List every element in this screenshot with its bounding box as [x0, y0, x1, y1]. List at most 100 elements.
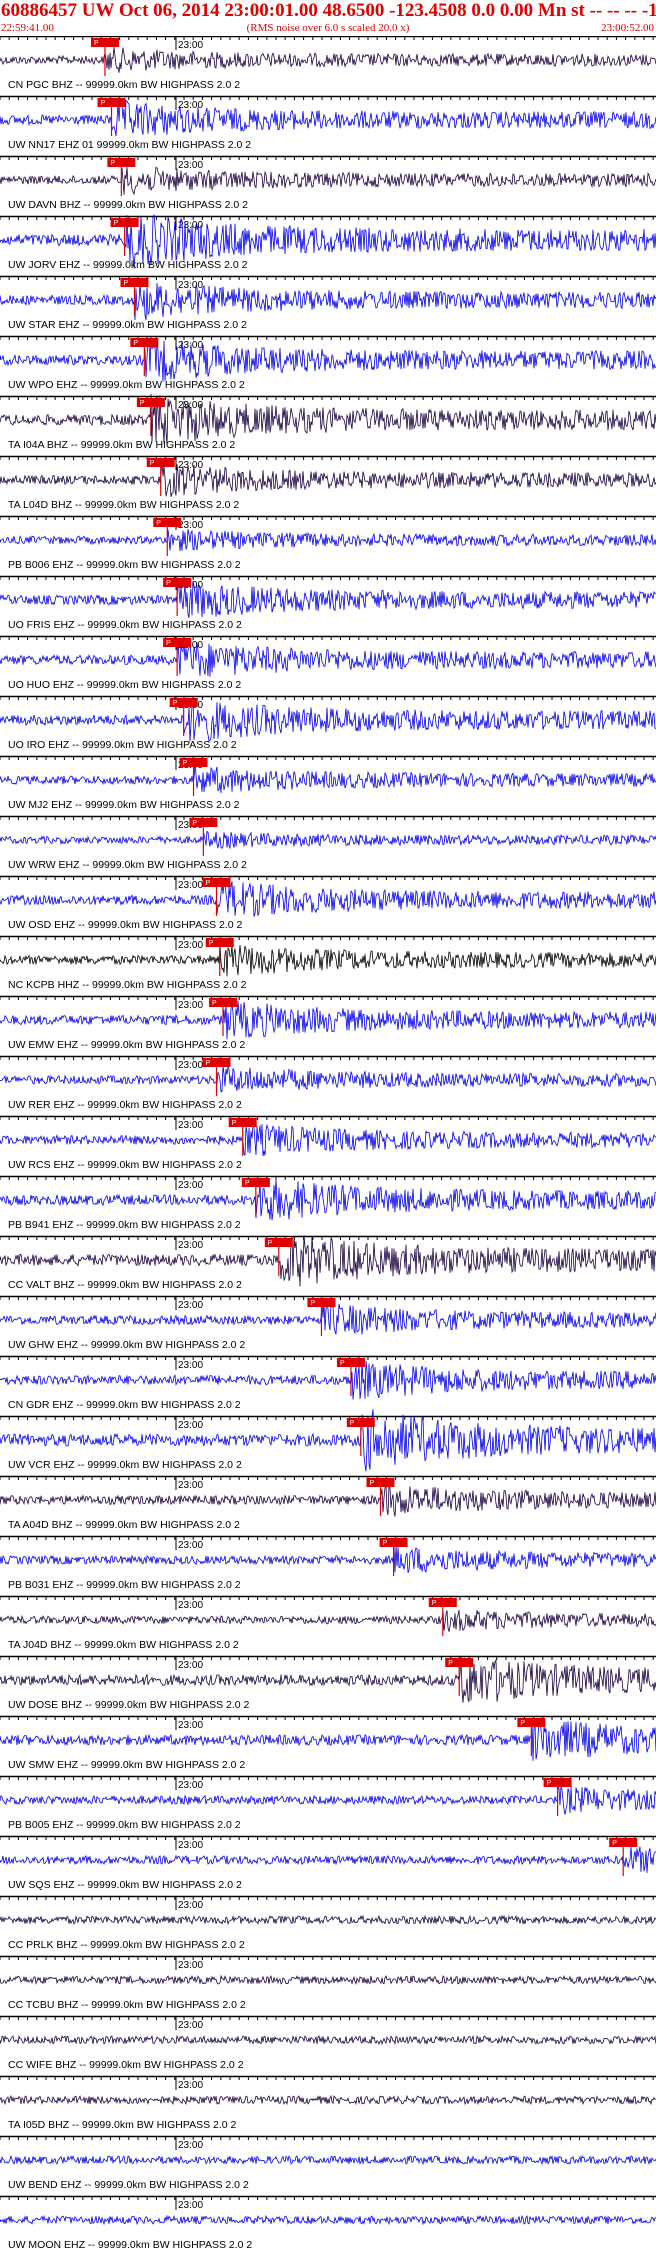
seismogram-traces: 23:00PCN PGC BHZ -- 99999.0km BW HIGHPAS… [0, 36, 656, 2251]
waveform [0, 697, 656, 742]
minute-label: 23:00 [178, 1600, 203, 1611]
waveform [0, 1000, 656, 1040]
minute-label: 23:00 [178, 1420, 203, 1431]
minute-label: 23:00 [178, 280, 203, 291]
station-label: UW NN17 EHZ 01 99999.0km BW HIGHPASS 2.0… [8, 139, 251, 151]
minute-label: 23:00 [178, 1960, 203, 1971]
pick-label: P [547, 1780, 552, 1787]
minute-label: 23:00 [178, 1180, 203, 1191]
trace-panel: 23:00 P UW EMW EHZ -- 99999.0km BW HIGHPAS… [0, 995, 656, 1051]
trace-panel: 23:00 CC PRLK BHZ -- 99999.0km BW HIGHPAS… [0, 1895, 656, 1951]
minute-label: 23:00 [178, 160, 203, 171]
trace-panel: 23:00 P CN PGC BHZ -- 99999.0km BW HIGHPAS… [0, 36, 656, 91]
waveform [0, 1974, 656, 1985]
pick-label: P [166, 580, 171, 587]
pick-label: P [94, 40, 99, 47]
pick-label: P [173, 700, 178, 707]
record-header: 60886457 UW Oct 06, 2014 23:00:01.00 48.… [0, 0, 656, 36]
pick-label: P [114, 220, 119, 227]
waveform [0, 1065, 656, 1093]
waveform [0, 1123, 656, 1157]
trace-panel: 23:00 P UW RER EHZ -- 99999.0km BW HIGHPAS… [0, 1055, 656, 1111]
minute-label: 23:00 [178, 880, 203, 891]
station-label: CC WIFE BHZ -- 99999.0km BW HIGHPASS 2.0… [8, 2059, 244, 2071]
waveform [0, 1360, 656, 1400]
waveform [0, 1178, 656, 1221]
pick-label: P [369, 1480, 374, 1487]
trace-panel: 23:00 P CN GDR EHZ -- 99999.0km BW HIGHPAS… [0, 1355, 656, 1411]
pick-label: P [350, 1420, 355, 1427]
pick-label: P [183, 760, 188, 767]
waveform [0, 2034, 656, 2046]
minute-label: 23:00 [178, 1060, 203, 1071]
waveform [0, 639, 656, 677]
waveform [0, 1545, 656, 1573]
trace-panel: 23:00 UW MOON EHZ -- 99999.0km BW HIGHPAS… [0, 2195, 656, 2251]
station-label: UW MOON EHZ -- 99999.0km BW HIGHPASS 2.0… [8, 2239, 252, 2251]
waveform [0, 282, 656, 321]
trace-panel: 23:00 P TA A04D BHZ -- 99999.0km BW HIGHPA… [0, 1475, 656, 1531]
pick-label: P [612, 1840, 617, 1847]
station-label: UW WPO EHZ -- 99999.0km BW HIGHPASS 2.0 … [8, 379, 245, 391]
waveform [0, 2154, 656, 2166]
station-label: UW DOSE BHZ -- 99999.0km BW HIGHPASS 2.0… [8, 1699, 250, 1711]
minute-label: 23:00 [178, 940, 203, 951]
minute-label: 23:00 [178, 2020, 203, 2031]
waveform [0, 830, 656, 850]
station-label: UW JORV EHZ -- 99999.0km BW HIGHPASS 2.0… [8, 259, 248, 271]
pick-label: P [448, 1660, 453, 1667]
scaling-note: (RMS noise over 6.0 s scaled 20.0 x) [246, 22, 410, 34]
pick-label: P [140, 400, 145, 407]
minute-label: 23:00 [178, 1240, 203, 1251]
minute-label: 23:00 [178, 100, 203, 111]
trace-panel: 23:00 P PB B941 EHZ -- 99999.0km BW HIGHPA… [0, 1175, 656, 1231]
waveform [0, 765, 656, 794]
trace-panel: 23:00 UW BEND EHZ -- 99999.0km BW HIGHPAS… [0, 2135, 656, 2191]
minute-label: 23:00 [178, 2200, 203, 2211]
minute-label: 23:00 [178, 1900, 203, 1911]
trace-panel: 23:00PTA I04A BHZ -- 99999.0km BW HIGHPA… [0, 393, 656, 451]
event-title: 60886457 UW Oct 06, 2014 23:00:01.00 48.… [1, 0, 656, 21]
station-label: TA I05D BHZ -- 99999.0km BW HIGHPASS 2.0… [8, 2119, 237, 2131]
waveform [0, 579, 656, 618]
station-label: UW DAVN BHZ -- 99999.0km BW HIGHPASS 2.0… [8, 199, 248, 211]
waveform [0, 393, 656, 445]
trace-panel: 23:00 P UW VCR EHZ -- 99999.0km BW HIGHPAS… [0, 1409, 656, 1472]
pick-label: P [520, 1720, 525, 1727]
trace-panel: 23:00PUO FRIS EHZ -- 99999.0km BW HIGHPA… [0, 575, 656, 631]
station-label: PB B006 EHZ -- 99999.0km BW HIGHPASS 2.0… [8, 559, 241, 571]
trace-panel: 23:00PUW WRW EHZ -- 99999.0km BW HIGHPAS… [0, 815, 656, 871]
trace-panel: 23:00PUW WPO EHZ -- 99999.0km BW HIGHPAS… [0, 335, 656, 391]
pick-label: P [150, 460, 155, 467]
trace-panel: 23:00 P UW STAR EHZ -- 99999.0km BW HIGHPA… [0, 275, 656, 331]
waveform [0, 879, 656, 917]
pick-label: P [123, 280, 128, 287]
trace-panel: 23:00 P CC VALT BHZ -- 99999.0km BW HIGHPA… [0, 1235, 656, 1291]
trace-panel: 23:00 P UW OSD EHZ -- 99999.0km BW HIGHPAS… [0, 875, 656, 931]
station-label: UW BEND EHZ -- 99999.0km BW HIGHPASS 2.0… [8, 2179, 249, 2191]
station-label: UW GHW EHZ -- 99999.0km BW HIGHPASS 2.0 … [8, 1339, 245, 1351]
trace-panel: 23:00 P UW SMW EHZ -- 99999.0km BW HIGHPAS… [0, 1715, 656, 1771]
waveform [0, 2094, 656, 2106]
station-label: UW EMW EHZ -- 99999.0km BW HIGHPASS 2.0 … [8, 1039, 245, 1051]
station-label: NC KCPB HHZ -- 99999.0km BW HIGHPASS 2.0… [8, 979, 247, 991]
station-label: UW SQS EHZ -- 99999.0km BW HIGHPASS 2.0 … [8, 1879, 242, 1891]
pick-label: P [432, 1600, 437, 1607]
waveform [0, 1718, 656, 1761]
pick-label: P [110, 160, 115, 167]
pick-label: P [232, 1120, 237, 1127]
minute-label: 23:00 [178, 1840, 203, 1851]
minute-label: 23:00 [178, 1120, 203, 1131]
minute-label: 23:00 [178, 2140, 203, 2151]
station-label: CC PRLK BHZ -- 99999.0km BW HIGHPASS 2.0… [8, 1939, 245, 1951]
station-label: UO FRIS EHZ -- 99999.0km BW HIGHPASS 2.0… [8, 619, 242, 631]
waveform [0, 1655, 656, 1703]
trace-panel: 23:00 P PB B005 EHZ -- 99999.0km BW HIGHPA… [0, 1775, 656, 1831]
trace-panel: 23:00 CC TCBU BHZ -- 99999.0km BW HIGHPAS… [0, 1955, 656, 2011]
station-label: UW VCR EHZ -- 99999.0km BW HIGHPASS 2.0 … [8, 1459, 242, 1471]
station-label: UW WRW EHZ -- 99999.0km BW HIGHPASS 2.0 … [8, 859, 247, 871]
pick-label: P [209, 940, 214, 947]
waveform [0, 1484, 656, 1517]
minute-label: 23:00 [178, 1360, 203, 1371]
trace-panel: 23:00PUW MJ2 EHZ -- 99999.0km BW HIGHPAS… [0, 755, 656, 811]
